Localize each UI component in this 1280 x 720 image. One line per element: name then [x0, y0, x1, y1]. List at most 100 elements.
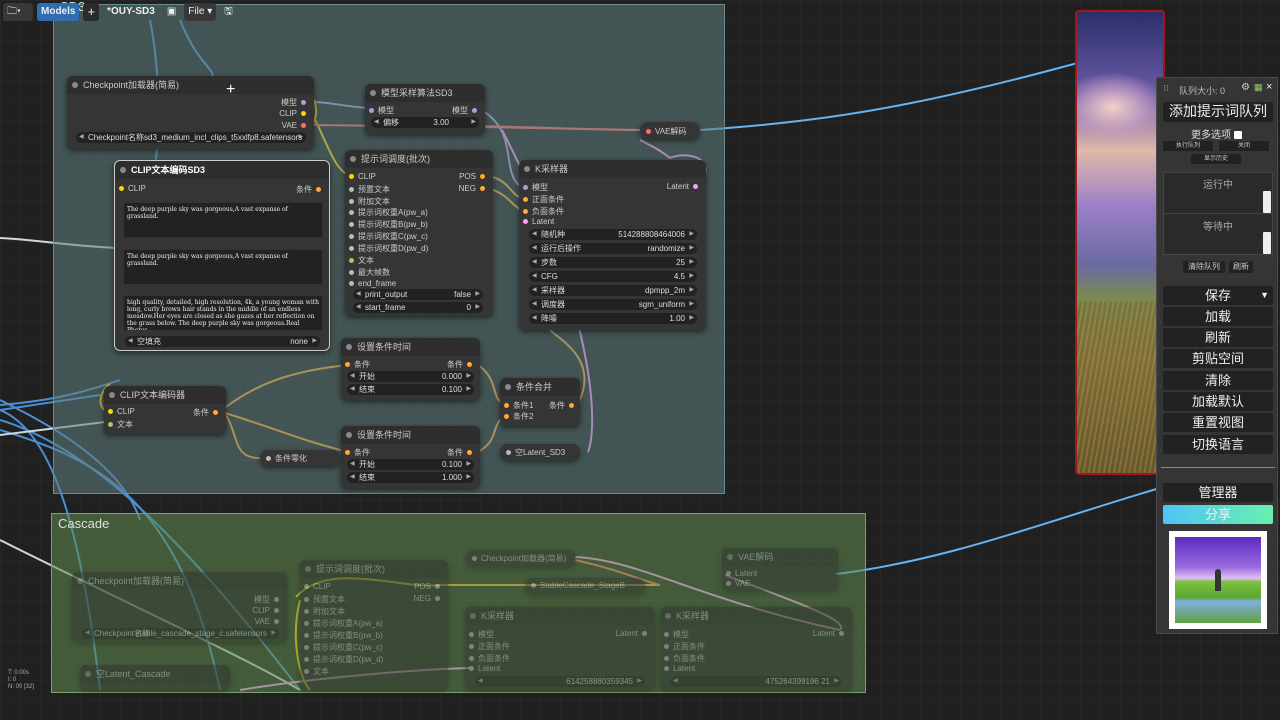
cascade-ksampler-1-node[interactable]: K采样器 模型 正面条件 负面条件 Latent Latent 61425888…	[465, 607, 655, 690]
add-workflow-button[interactable]: +	[83, 3, 100, 21]
file-menu-button[interactable]: File ▾	[184, 3, 217, 21]
empty-latent-sd3-node[interactable]: 空Latent_SD3	[500, 444, 580, 460]
clip-l-textarea[interactable]: The deep purple sky was gorgeous,A vast …	[123, 202, 323, 238]
output-model[interactable]: 模型	[254, 594, 283, 605]
output-clip[interactable]: CLIP	[279, 109, 310, 118]
reset-view-button[interactable]: 重置视图	[1163, 413, 1273, 432]
empty-latent-cascade-node[interactable]: 空Latent_Cascade	[80, 665, 230, 690]
cfg-widget[interactable]: CFG4.5	[529, 271, 697, 282]
output-vae[interactable]: VAE	[282, 121, 310, 130]
stable-cascade-stage-b-node[interactable]: StableCascade_StageB	[525, 578, 645, 594]
drag-handle-icon[interactable]: ⁝⁝	[1163, 83, 1169, 94]
image-icon[interactable]: ▣	[163, 3, 180, 21]
execute-queue-button[interactable]: 执行队列	[1163, 141, 1213, 151]
running-list[interactable]: 运行中	[1163, 172, 1273, 214]
manager-button[interactable]: 管理器	[1163, 483, 1273, 502]
prompt-schedule-batch-node[interactable]: 提示词调度(批次) CLIP 预置文本 附加文本 提示词权重A(pw_a) 提示…	[345, 150, 493, 316]
input-pw-a[interactable]: 提示词权重A(pw_a)	[345, 207, 428, 218]
close-queue-button[interactable]: 关闭	[1219, 141, 1269, 151]
input-app-text[interactable]: 附加文本	[300, 606, 345, 617]
clear-queue-button[interactable]: 清除队列	[1183, 261, 1225, 273]
output-thumbnail[interactable]	[1169, 531, 1267, 629]
input-conditioning[interactable]: 条件	[341, 359, 370, 370]
model-sampling-sd3-node[interactable]: 模型采样算法SD3 模型 模型 偏移3.00	[365, 84, 485, 134]
clip-text-encode-node[interactable]: CLIP文本编码器 CLIP 文本 条件	[104, 386, 226, 434]
cascade-vae-decode-node[interactable]: VAE解码 Latent VAE	[722, 548, 838, 590]
output-conditioning[interactable]: 条件	[447, 447, 476, 458]
end-widget[interactable]: 结束1.000	[347, 472, 474, 483]
output-conditioning[interactable]: 条件	[193, 407, 222, 418]
input-text[interactable]: 文本	[345, 255, 374, 266]
show-history-button[interactable]: 显示历史	[1191, 154, 1241, 164]
input-negative[interactable]: 负面条件	[660, 653, 705, 664]
save-button[interactable]: 保存 ▼	[1163, 286, 1273, 305]
start-widget[interactable]: 开始0.100	[347, 459, 474, 470]
print-output-widget[interactable]: print_outputfalse	[353, 289, 483, 300]
node-canvas[interactable]: SD3 Cascade Checkpoint加载器(简易) 模型 CLIP VA…	[0, 0, 1280, 720]
save-icon[interactable]: 🖫	[220, 3, 237, 21]
input-vae[interactable]: VAE	[722, 579, 750, 588]
input-conditioning-2[interactable]: 条件2	[500, 411, 533, 422]
checkpoint-loader-node[interactable]: Checkpoint加载器(简易) 模型 CLIP VAE Checkpoint…	[67, 76, 314, 149]
share-button[interactable]: 分享	[1163, 505, 1273, 524]
input-text[interactable]: 文本	[104, 419, 133, 430]
denoise-widget[interactable]: 降噪1.00	[529, 313, 697, 324]
input-end-frame[interactable]: end_frame	[345, 279, 396, 288]
load-default-button[interactable]: 加载默认	[1163, 392, 1273, 411]
input-latent[interactable]: Latent	[660, 664, 695, 673]
empty-padding-widget[interactable]: 空填充none	[125, 336, 320, 347]
input-clip[interactable]: CLIP	[300, 582, 331, 591]
output-conditioning[interactable]: 条件	[549, 400, 578, 411]
output-latent[interactable]: Latent	[616, 629, 651, 638]
input-positive[interactable]: 正面条件	[519, 194, 564, 205]
input-model[interactable]: 模型	[660, 629, 689, 640]
gear-icon[interactable]: ⚙	[1241, 82, 1250, 93]
conditioning-set-timestep-node-1[interactable]: 设置条件时间 条件 条件 开始0.000 结束0.100	[341, 338, 480, 400]
input-pw-b[interactable]: 提示词权重B(pw_b)	[345, 219, 428, 230]
input-conditioning-1[interactable]: 条件1	[500, 400, 533, 411]
output-pos[interactable]: POS	[459, 172, 489, 181]
input-max-frames[interactable]: 最大帧数	[345, 267, 390, 278]
output-clip[interactable]: CLIP	[252, 606, 283, 615]
input-clip[interactable]: CLIP	[115, 184, 146, 193]
workflow-menu-button[interactable]: 🗀▾	[3, 3, 33, 21]
start-widget[interactable]: 开始0.000	[347, 371, 474, 382]
input-conditioning[interactable]: 条件	[341, 447, 370, 458]
cascade-prompt-schedule-node[interactable]: 提示词调度(批次) CLIP 预置文本 附加文本 提示词权重A(pw_a) 提示…	[300, 560, 448, 690]
output-conditioning[interactable]: 条件	[447, 359, 476, 370]
input-negative[interactable]: 负面条件	[519, 206, 564, 217]
input-latent[interactable]: Latent	[519, 217, 554, 226]
close-icon[interactable]: ×	[1266, 81, 1272, 93]
vae-decode-node[interactable]: VAE解码	[640, 122, 700, 139]
seed-widget[interactable]: 随机种514288808464006	[529, 229, 697, 240]
output-neg[interactable]: NEG	[459, 184, 489, 193]
switch-language-button[interactable]: 切换语言	[1163, 435, 1273, 454]
input-pw-d[interactable]: 提示词权重D(pw_d)	[300, 654, 383, 665]
input-model[interactable]: 模型	[365, 105, 394, 116]
checkpoint-name-widget[interactable]: Checkpoint名称sd3_medium_incl_clips_t5xxlf…	[76, 132, 306, 143]
cascade-checkpoint-loader-node[interactable]: Checkpoint加载器(简易) 模型 CLIP VAE Checkpoint…	[72, 572, 287, 642]
conditioning-zero-node[interactable]: 条件零化	[260, 450, 340, 466]
conditioning-combine-node[interactable]: 条件合并 条件1 条件2 条件	[500, 378, 580, 426]
scheduler-widget[interactable]: 调度器sgm_uniform	[529, 299, 697, 310]
start-frame-widget[interactable]: start_frame0	[353, 302, 483, 313]
shift-widget[interactable]: 偏移3.00	[371, 117, 479, 128]
output-vae[interactable]: VAE	[255, 617, 283, 626]
cascade-ksampler-2-node[interactable]: K采样器 模型 正面条件 负面条件 Latent Latent 47526439…	[660, 607, 852, 690]
input-clip[interactable]: CLIP	[345, 172, 376, 181]
output-conditioning[interactable]: 条件	[296, 184, 325, 195]
input-pre-text[interactable]: 预置文本	[300, 594, 345, 605]
more-options-toggle[interactable]: 更多选项	[1191, 126, 1242, 141]
input-pre-text[interactable]: 预置文本	[345, 184, 390, 195]
input-pw-c[interactable]: 提示词权重C(pw_c)	[345, 231, 428, 242]
input-app-text[interactable]: 附加文本	[345, 196, 390, 207]
cascade-checkpoint-loader-2-node[interactable]: Checkpoint加载器(简易)	[466, 550, 576, 566]
input-text[interactable]: 文本	[300, 666, 329, 677]
output-model[interactable]: 模型	[452, 105, 481, 116]
output-model[interactable]: 模型	[281, 97, 310, 108]
checkpoint-name-widget[interactable]: Checkpoint名称stable_cascade_stage_c.safet…	[82, 628, 279, 639]
refresh-queue-button[interactable]: 刷新	[1229, 261, 1253, 273]
input-positive[interactable]: 正面条件	[465, 641, 510, 652]
scrollbar[interactable]	[1263, 191, 1271, 213]
input-clip[interactable]: CLIP	[104, 407, 135, 416]
